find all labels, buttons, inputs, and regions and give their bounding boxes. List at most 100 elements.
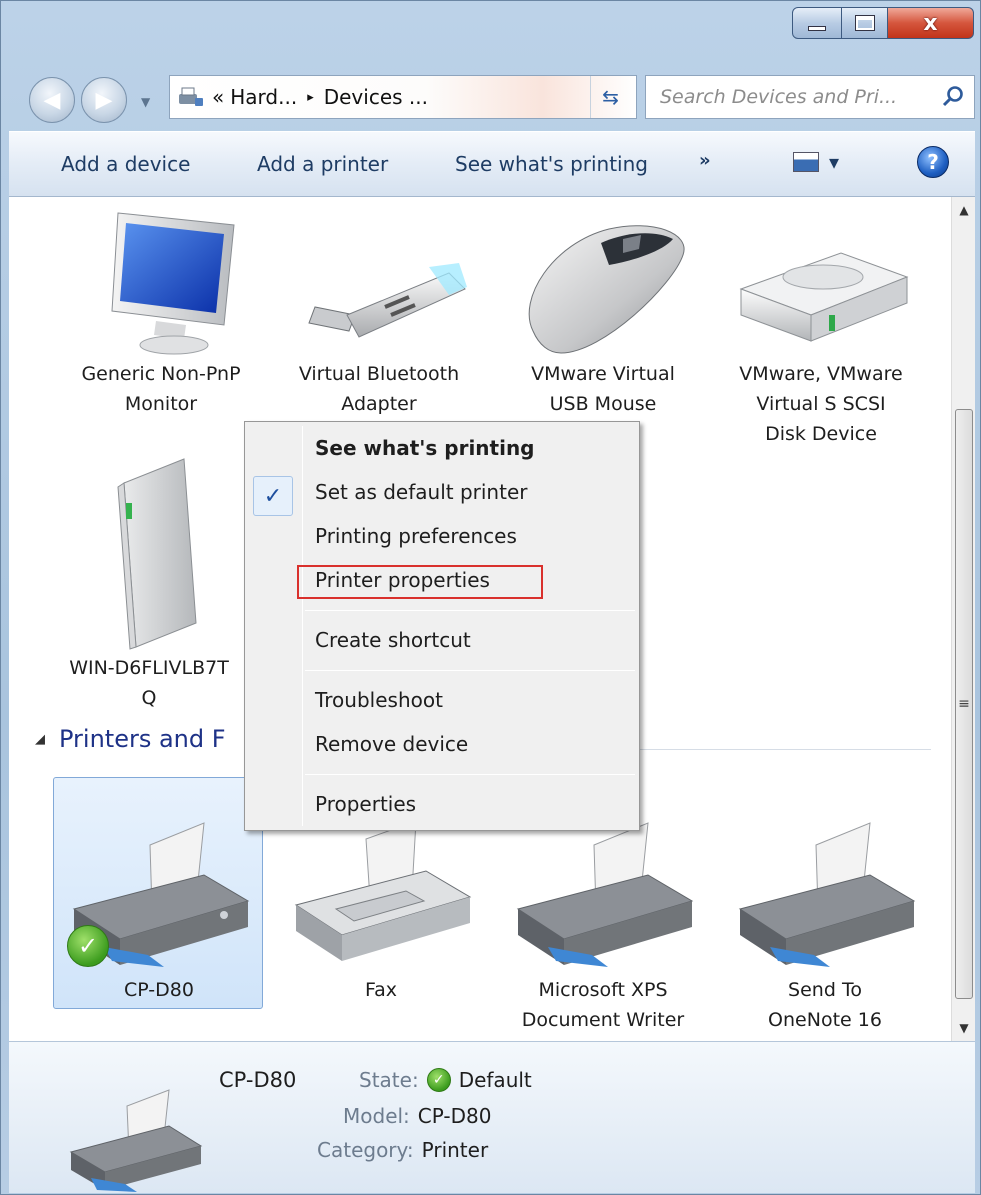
more-commands-button[interactable]: »	[699, 150, 711, 171]
back-arrow-icon: ◀	[43, 87, 61, 113]
model-value: CP-D80	[417, 1104, 492, 1128]
mouse-icon	[528, 225, 685, 354]
scroll-up-button[interactable]: ▲	[952, 199, 976, 221]
breadcrumb-hardware[interactable]: Hard...	[230, 85, 297, 109]
forward-button[interactable]: ▶	[81, 77, 127, 123]
printer-label-line1: Fax	[364, 979, 398, 1001]
section-title: Printers and F	[59, 725, 226, 753]
menu-item-properties[interactable]: Properties	[315, 792, 416, 816]
category-key: Category:	[317, 1138, 414, 1162]
printer-label-line1: CP-D80	[124, 979, 194, 1001]
details-category-row: Category: Printer	[317, 1138, 488, 1162]
device-label-line1: VMware, VMware	[739, 363, 903, 385]
vertical-scrollbar[interactable]: ▲ ≡ ▼	[951, 197, 975, 1041]
view-dropdown-icon[interactable]: ▾	[829, 150, 839, 174]
computer-tower-icon	[117, 458, 197, 650]
printer-context-menu: See what's printing ✓ Set as default pri…	[244, 421, 640, 831]
monitor-icon	[111, 212, 235, 355]
menu-icon-gutter	[302, 426, 303, 826]
menu-separator	[305, 670, 635, 671]
add-device-button[interactable]: Add a device	[61, 152, 190, 176]
menu-item-see-whats-printing[interactable]: See what's printing	[315, 436, 535, 460]
refresh-button[interactable]: ⇆	[590, 76, 630, 118]
printer-label-line2: Document Writer	[521, 1009, 685, 1031]
view-icon	[793, 152, 819, 172]
change-view-button[interactable]: ▾	[793, 150, 839, 174]
printer-icon	[738, 822, 916, 967]
device-label-line1: WIN-D6FLIVLB7T	[69, 657, 229, 679]
menu-item-remove-device[interactable]: Remove device	[315, 732, 468, 756]
breadcrumb-separator[interactable]: ▸	[307, 90, 314, 105]
model-key: Model:	[343, 1104, 410, 1128]
category-value: Printer	[421, 1138, 489, 1162]
forward-arrow-icon: ▶	[95, 87, 113, 113]
title-bar: x	[1, 1, 981, 61]
search-placeholder: Search Devices and Pri...	[660, 86, 898, 108]
devices-printers-icon	[176, 85, 206, 109]
close-icon: x	[923, 10, 938, 36]
device-label-line1: VMware Virtual	[531, 363, 675, 385]
menu-item-printing-preferences[interactable]: Printing preferences	[315, 524, 517, 548]
details-model-row: Model: CP-D80	[343, 1104, 491, 1128]
breadcrumb-devices[interactable]: Devices ...	[324, 85, 428, 109]
devices-and-printers-window: x ◀ ▶ ▼ « Hard... ▸ Devices ... ▾ ⇆ Sear…	[0, 0, 981, 1195]
command-bar: Add a device Add a printer See what's pr…	[9, 131, 975, 197]
address-bar[interactable]: « Hard... ▸ Devices ... ▾ ⇆	[169, 75, 727, 119]
refresh-icon: ⇆	[602, 85, 619, 109]
recent-pages-dropdown[interactable]: ▼	[141, 95, 150, 109]
maximize-button[interactable]	[842, 7, 888, 39]
device-tile-monitor[interactable]: Generic Non-PnP Monitor	[61, 203, 261, 419]
printer-tile-onenote[interactable]: Send To OneNote 16	[725, 805, 925, 1035]
details-pane: CP-D80 State: ✓ Default Model: CP-D80 Ca…	[9, 1041, 975, 1193]
printers-section-header[interactable]: ◢ Printers and F	[35, 725, 226, 753]
printer-label-line1: Microsoft XPS	[538, 979, 668, 1001]
device-label-line1: Generic Non-PnP	[81, 363, 241, 385]
menu-separator	[305, 774, 635, 775]
device-tile-computer[interactable]: WIN-D6FLIVLB7T Q	[49, 453, 249, 713]
device-label-line2: Monitor	[124, 393, 198, 415]
disk-drive-icon	[739, 252, 909, 342]
collapse-icon[interactable]: ◢	[35, 732, 45, 747]
device-label-line2: Virtual S SCSI	[756, 393, 886, 415]
window-controls: x	[792, 7, 974, 39]
device-tile-bluetooth-adapter[interactable]: Virtual Bluetooth Adapter	[279, 203, 479, 419]
checkmark-icon: ✓	[253, 476, 293, 516]
printer-icon	[69, 1089, 203, 1192]
details-device-name: CP-D80	[219, 1068, 297, 1092]
printer-tile-fax[interactable]: Fax	[281, 805, 481, 1005]
printer-label-line1: Send To	[788, 979, 862, 1001]
close-button[interactable]: x	[888, 7, 974, 39]
device-tile-scsi-disk[interactable]: VMware, VMware Virtual S SCSI Disk Devic…	[721, 233, 921, 449]
device-label-line2: USB Mouse	[549, 393, 657, 415]
printer-tile-cp-d80[interactable]: ✓ CP-D80	[59, 805, 259, 1005]
back-button[interactable]: ◀	[29, 77, 75, 123]
menu-item-set-default-printer[interactable]: Set as default printer	[315, 480, 527, 504]
device-label-line2: Q	[141, 687, 157, 709]
state-key: State:	[359, 1068, 419, 1092]
annotation-highlight-box	[297, 565, 543, 599]
usb-bluetooth-icon	[308, 263, 467, 338]
see-whats-printing-button[interactable]: See what's printing	[455, 152, 648, 176]
state-ok-icon: ✓	[426, 1068, 451, 1092]
search-icon[interactable]	[940, 84, 966, 110]
help-button[interactable]: ?	[917, 146, 949, 178]
add-printer-button[interactable]: Add a printer	[257, 152, 388, 176]
scroll-grip-icon: ≡	[958, 696, 970, 712]
printer-label-line2: OneNote 16	[768, 1009, 882, 1031]
state-value: Default	[458, 1068, 532, 1092]
details-state-row: State: ✓ Default	[359, 1068, 532, 1092]
address-prefix[interactable]: «	[212, 85, 224, 109]
scroll-down-button[interactable]: ▼	[952, 1017, 976, 1039]
device-label-line2: Adapter	[341, 393, 417, 415]
scroll-thumb[interactable]: ≡	[955, 409, 973, 999]
printer-tile-microsoft-xps[interactable]: Microsoft XPS Document Writer	[503, 805, 703, 1035]
menu-item-troubleshoot[interactable]: Troubleshoot	[315, 688, 443, 712]
device-label-line1: Virtual Bluetooth	[298, 363, 460, 385]
maximize-icon	[855, 16, 874, 30]
minimize-button[interactable]	[792, 7, 842, 39]
menu-item-create-shortcut[interactable]: Create shortcut	[315, 628, 471, 652]
search-input[interactable]: Search Devices and Pri...	[645, 75, 975, 119]
menu-separator	[305, 610, 635, 611]
device-label-line3: Disk Device	[765, 423, 877, 445]
device-tile-usb-mouse[interactable]: VMware Virtual USB Mouse	[503, 203, 703, 419]
